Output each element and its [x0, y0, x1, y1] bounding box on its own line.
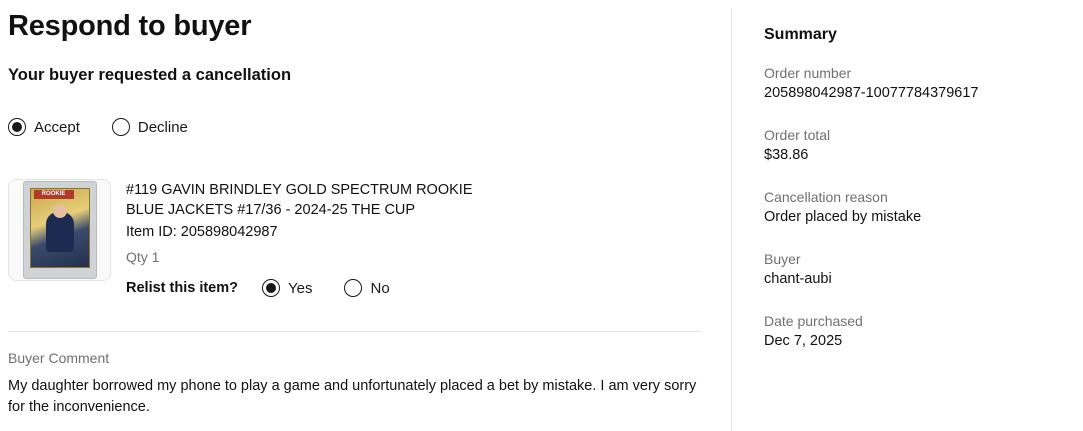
accept-label[interactable]: Accept — [34, 119, 80, 136]
item-title: #119 GAVIN BRINDLEY GOLD SPECTRUM ROOKIE… — [126, 180, 486, 220]
order-total-label: Order total — [764, 127, 831, 143]
summary-order-number: Order number 205898042987-10077784379617 — [764, 63, 1074, 103]
cancellation-reason-value: Order placed by mistake — [764, 209, 922, 225]
relist-label: Relist this item? — [126, 280, 238, 296]
relist-no-radio[interactable] — [344, 279, 363, 297]
date-purchased-label: Date purchased — [764, 313, 863, 329]
buyer-value: chant-aubi — [764, 271, 832, 287]
accept-radio[interactable] — [8, 118, 26, 136]
item-title-line2: BLUE JACKETS #17/36 - 2024-25 THE CUP — [126, 202, 416, 218]
relist-yes-label[interactable]: Yes — [288, 280, 312, 297]
decline-option[interactable]: Decline — [111, 118, 188, 136]
decline-radio[interactable] — [111, 118, 130, 136]
summary-order-total: Order total $38.86 — [764, 125, 1074, 165]
buyer-comment-text: My daughter borrowed my phone to play a … — [8, 378, 697, 415]
item-thumbnail: ROOKIE — [8, 179, 111, 281]
section-divider — [8, 331, 700, 332]
order-total-value: $38.86 — [764, 147, 809, 163]
item-id: Item ID: 205898042987 — [126, 224, 278, 240]
request-subtitle: Your buyer requested a cancellation — [8, 66, 292, 84]
main-panel: Respond to buyer Your buyer requested a … — [8, 0, 700, 431]
relist-no-label[interactable]: No — [370, 280, 389, 297]
accept-option[interactable]: Accept — [8, 118, 80, 136]
page-title: Respond to buyer — [8, 10, 252, 42]
summary-cancellation-reason: Cancellation reason Order placed by mist… — [764, 187, 1074, 227]
buyer-comment-label: Buyer Comment — [8, 350, 110, 366]
relist-yes-radio[interactable] — [262, 279, 280, 297]
cancellation-reason-label: Cancellation reason — [764, 189, 888, 205]
vertical-divider — [731, 8, 732, 431]
summary-date-purchased: Date purchased Dec 7, 2025 — [764, 311, 1074, 351]
item-qty: Qty 1 — [126, 249, 160, 265]
item-title-line1: #119 GAVIN BRINDLEY GOLD SPECTRUM ROOKIE — [126, 182, 473, 198]
graded-card-image: ROOKIE — [22, 181, 97, 279]
decline-label[interactable]: Decline — [138, 119, 188, 136]
summary-title: Summary — [764, 26, 837, 43]
relist-no-option[interactable]: No — [344, 279, 390, 297]
date-purchased-value: Dec 7, 2025 — [764, 333, 843, 349]
relist-radio-group: Relist this item? Yes No — [126, 279, 390, 297]
summary-buyer: Buyer chant-aubi — [764, 249, 1074, 289]
respond-to-buyer-page: Respond to buyer Your buyer requested a … — [0, 0, 1083, 431]
relist-yes-option[interactable]: Yes — [262, 279, 312, 297]
card-banner: ROOKIE — [33, 190, 74, 199]
buyer-label: Buyer — [764, 251, 801, 267]
response-radio-group: Accept Decline — [8, 118, 188, 136]
order-number-label: Order number — [764, 65, 852, 81]
order-number-value: 205898042987-10077784379617 — [764, 85, 979, 101]
